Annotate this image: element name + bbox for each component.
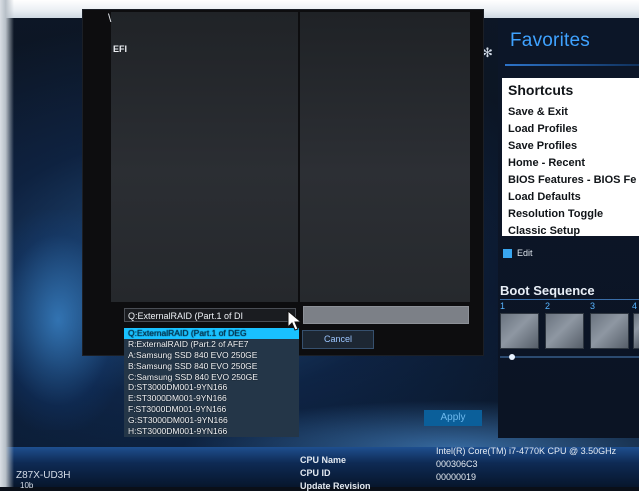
shortcuts-title: Shortcuts	[508, 82, 574, 98]
drive-dropdown-list: Q:ExternalRAID (Part.1 of DEG R:External…	[124, 328, 299, 437]
filename-input[interactable]	[303, 306, 469, 324]
favorites-star-icon[interactable]: ✻	[482, 46, 496, 60]
shortcut-list: Save & Exit Load Profiles Save Profiles …	[508, 104, 639, 240]
shortcut-item[interactable]: Classic Setup	[508, 223, 639, 240]
path-root: \	[108, 11, 112, 25]
boot-device-slot[interactable]	[633, 313, 639, 349]
drive-selector[interactable]: Q:ExternalRAID (Part.1 of DI	[124, 308, 296, 322]
scroll-track	[500, 356, 639, 358]
shortcut-item[interactable]: Save & Exit	[508, 104, 639, 121]
drive-option[interactable]: B:Samsung SSD 840 EVO 250GE	[124, 361, 299, 372]
edit-icon	[503, 248, 512, 258]
board-revision: 10b	[20, 481, 34, 490]
folder-name[interactable]: EFI	[113, 44, 127, 54]
shortcut-item[interactable]: Load Defaults	[508, 189, 639, 206]
boot-sequence-scrollbar[interactable]	[500, 354, 639, 360]
cpu-name-label: CPU Name	[300, 455, 347, 465]
boot-sequence-divider	[500, 299, 639, 300]
boot-device-slot[interactable]	[545, 313, 584, 349]
shortcut-item[interactable]: Home - Recent	[508, 155, 639, 172]
board-model: Z87X-UD3H	[16, 470, 71, 481]
shortcut-item[interactable]: Resolution Toggle	[508, 206, 639, 223]
drive-option[interactable]: H:ST3000DM001-9YN166	[124, 426, 299, 437]
shortcut-item[interactable]: Load Profiles	[508, 121, 639, 138]
update-revision-value: 00000019	[436, 472, 477, 482]
edit-shortcuts-button[interactable]: Edit	[503, 246, 533, 260]
mouse-cursor-icon	[287, 310, 303, 331]
apply-button[interactable]: Apply	[424, 410, 482, 426]
boot-slot-number: 1	[500, 301, 506, 311]
favorites-divider	[505, 64, 639, 66]
boot-slot-number: 2	[545, 301, 551, 311]
folder-pane[interactable]	[111, 12, 298, 302]
drive-option[interactable]: E:ST3000DM001-9YN166	[124, 393, 299, 404]
favorites-title: Favorites	[510, 30, 590, 51]
file-pane[interactable]	[300, 12, 470, 302]
edit-label: Edit	[517, 248, 533, 258]
cancel-button[interactable]: Cancel	[302, 330, 374, 349]
shortcut-item[interactable]: Save Profiles	[508, 138, 639, 155]
monitor-bezel-left	[0, 0, 14, 487]
cpu-id-label: CPU ID	[300, 468, 331, 478]
drive-option[interactable]: F:ST3000DM001-9YN166	[124, 404, 299, 415]
drive-option[interactable]: R:ExternalRAID (Part.2 of AFE7	[124, 339, 299, 350]
drive-option[interactable]: G:ST3000DM001-9YN166	[124, 415, 299, 426]
boot-device-slot[interactable]	[590, 313, 629, 349]
boot-slot-number: 4	[632, 301, 638, 311]
boot-device-slot[interactable]	[500, 313, 539, 349]
drive-option[interactable]: A:Samsung SSD 840 EVO 250GE	[124, 350, 299, 361]
cpu-id-value: 000306C3	[436, 459, 478, 469]
drive-option[interactable]: Q:ExternalRAID (Part.1 of DEG	[124, 328, 299, 339]
drive-option[interactable]: D:ST3000DM001-9YN166	[124, 382, 299, 393]
scroll-knob[interactable]	[509, 354, 515, 360]
boot-slot-number: 3	[590, 301, 596, 311]
drive-option[interactable]: C:Samsung SSD 840 EVO 250GE	[124, 372, 299, 383]
update-revision-label: Update Revision	[300, 481, 371, 491]
boot-sequence-title: Boot Sequence	[500, 283, 595, 298]
cpu-name-value: Intel(R) Core(TM) i7-4770K CPU @ 3.50GHz	[436, 446, 617, 456]
shortcut-item[interactable]: BIOS Features - BIOS Fe	[508, 172, 639, 189]
